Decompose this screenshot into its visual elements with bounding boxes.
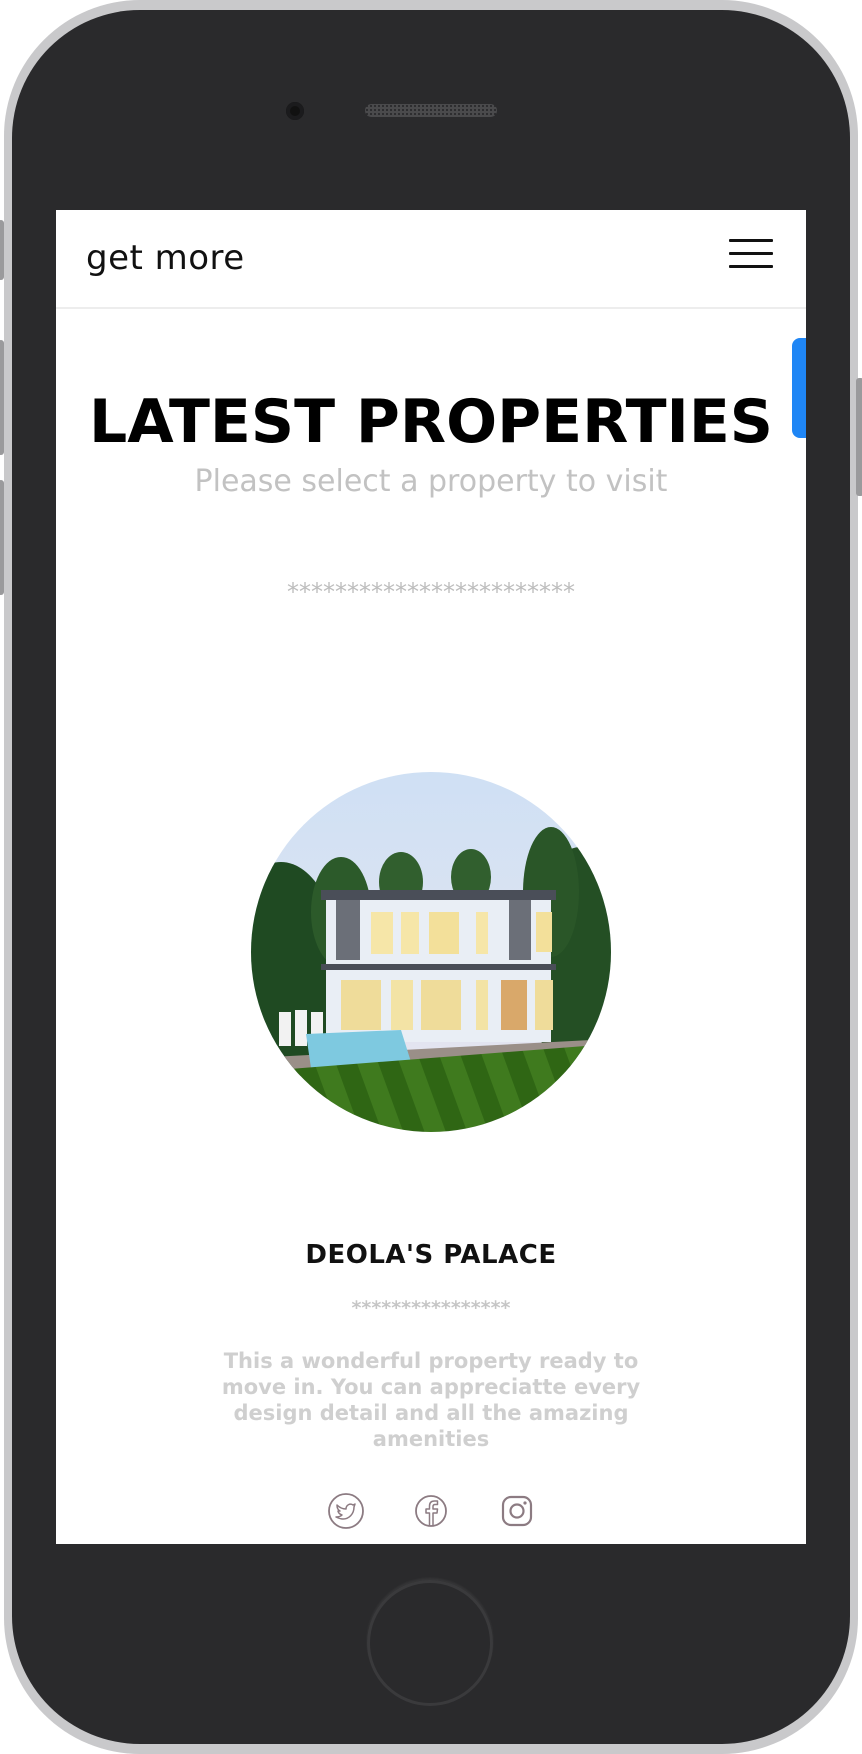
social-links — [56, 1492, 806, 1532]
twitter-icon[interactable] — [327, 1492, 365, 1530]
instagram-icon[interactable] — [498, 1492, 536, 1530]
property-divider: **************** — [351, 1297, 511, 1319]
earpiece-speaker — [365, 104, 497, 117]
facebook-icon[interactable] — [412, 1492, 450, 1530]
volume-down-button — [0, 480, 4, 595]
power-button — [856, 378, 862, 496]
mute-switch — [0, 220, 4, 280]
front-camera — [286, 102, 304, 120]
volume-up-button — [0, 340, 4, 455]
home-button[interactable] — [367, 1580, 493, 1706]
hamburger-menu-icon[interactable] — [729, 239, 775, 269]
navbar: get more — [56, 210, 806, 309]
brand-logo[interactable]: get more — [86, 238, 245, 278]
section-divider: ************************ — [287, 578, 575, 606]
property-description: This a wonderful property ready to move … — [221, 1349, 641, 1451]
property-image[interactable] — [251, 772, 611, 1132]
page-subtitle: Please select a property to visit — [194, 464, 668, 499]
phone-screen: get more LATEST PROPERTIES Please select… — [56, 210, 806, 1544]
property-name[interactable]: DEOLA'S PALACE — [56, 1240, 806, 1270]
villa-photo-illustration — [251, 772, 611, 1132]
page-title: LATEST PROPERTIES — [88, 387, 774, 457]
